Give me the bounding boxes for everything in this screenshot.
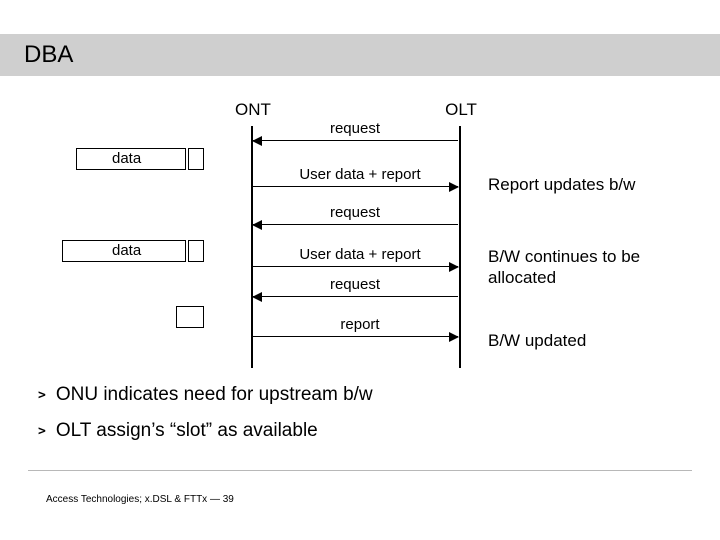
arrow-userdata-1 xyxy=(253,186,458,187)
sequence-diagram: ONT OLT data data request User data + re… xyxy=(0,96,720,376)
chevron-right-icon: > xyxy=(38,388,46,403)
arrow-request-3 xyxy=(253,296,458,297)
arrow-request-2 xyxy=(253,224,458,225)
slide-title-bar: DBA xyxy=(0,34,720,76)
olt-label: OLT xyxy=(436,100,486,120)
olt-lifeline xyxy=(459,126,461,368)
data-packet-label-2: data xyxy=(112,242,141,259)
annotation-bw-continues: B/W continues to be allocated xyxy=(488,246,688,289)
footer-text: Access Technologies; x.DSL & FTTx — 39 xyxy=(46,494,234,505)
arrow-label-request-3: request xyxy=(300,276,410,293)
arrow-label-request-2: request xyxy=(300,204,410,221)
ont-label: ONT xyxy=(228,100,278,120)
arrow-label-userdata-1: User data + report xyxy=(280,166,440,183)
bullet-list: > ONU indicates need for upstream b/w > … xyxy=(38,384,373,456)
bullet-item: > ONU indicates need for upstream b/w xyxy=(38,384,373,406)
arrow-label-request-1: request xyxy=(300,120,410,137)
bullet-text: OLT assign’s “slot” as available xyxy=(56,420,318,442)
annotation-report-updates: Report updates b/w xyxy=(488,174,688,195)
small-packet-box xyxy=(176,306,204,328)
ont-lifeline xyxy=(251,126,253,368)
bullet-text: ONU indicates need for upstream b/w xyxy=(56,384,373,406)
data-packet-tail xyxy=(188,148,204,170)
arrow-label-userdata-2: User data + report xyxy=(280,246,440,263)
data-packet-tail-2 xyxy=(188,240,204,262)
data-packet-label: data xyxy=(112,150,141,167)
slide-title: DBA xyxy=(24,41,73,69)
bullet-item: > OLT assign’s “slot” as available xyxy=(38,420,373,442)
arrow-report xyxy=(253,336,458,337)
footer-divider xyxy=(28,470,692,471)
arrow-request-1 xyxy=(253,140,458,141)
chevron-right-icon: > xyxy=(38,424,46,439)
arrow-label-report: report xyxy=(320,316,400,333)
arrow-userdata-2 xyxy=(253,266,458,267)
annotation-bw-updated: B/W updated xyxy=(488,330,688,351)
